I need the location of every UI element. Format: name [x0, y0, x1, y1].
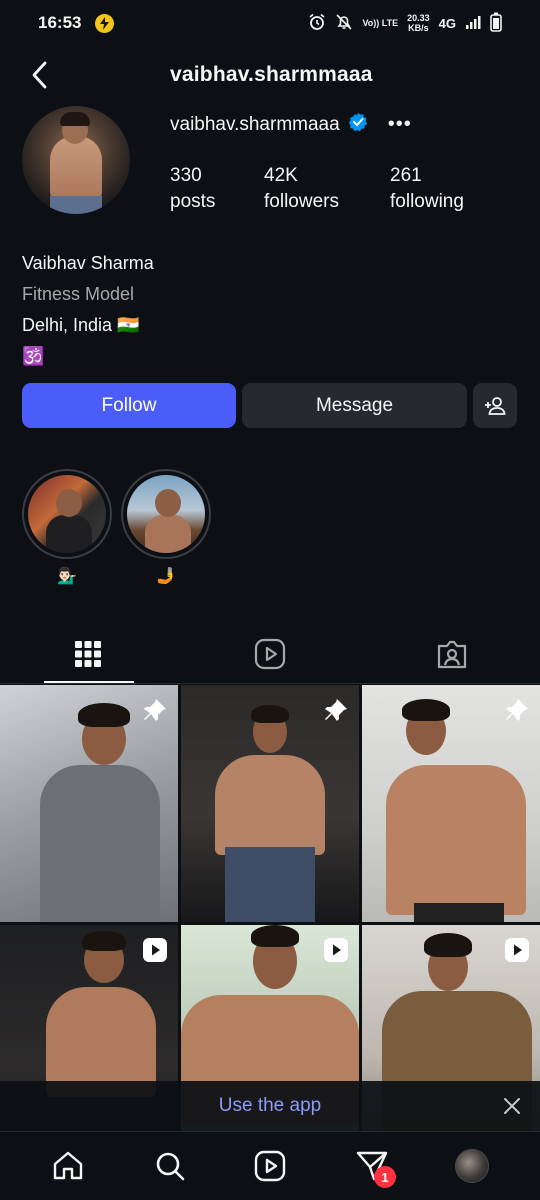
post-3-hair [402, 699, 450, 721]
post-2-jeans [225, 847, 315, 922]
add-user-icon [485, 396, 506, 415]
header-title: vaibhav.sharmmaaa [170, 63, 373, 86]
profile-avatar[interactable] [22, 106, 130, 214]
reel-icon [323, 937, 349, 968]
battery-icon [490, 12, 502, 35]
profile-tabs [0, 628, 540, 684]
volte-indicator: Vo)) LTE [362, 18, 399, 28]
post-2-body [215, 755, 325, 855]
notification-count-badge: 1 [374, 1166, 396, 1188]
reel-icon [504, 937, 530, 968]
network-type: 4G [438, 15, 456, 31]
reel-icon [142, 937, 168, 968]
profile-bio-emoji: 🕉️ [22, 346, 45, 366]
profile-username: vaibhav.sharmmaaa [170, 113, 340, 135]
pinned-icon [323, 697, 349, 728]
highlight-2-figure-head [155, 489, 181, 517]
nav-direct-messages[interactable]: 1 [352, 1146, 396, 1188]
network-speed-unit: KB/s [408, 23, 429, 33]
stat-following-value: 261 [390, 165, 422, 186]
nav-profile[interactable] [452, 1146, 492, 1186]
tagged-person-icon [437, 640, 467, 669]
pinned-icon [504, 697, 530, 728]
tab-tagged[interactable] [432, 634, 472, 674]
stat-following[interactable]: 261 following [390, 163, 464, 215]
post-5-hair [251, 925, 299, 947]
reels-icon [254, 1150, 286, 1182]
post-3-body [386, 765, 526, 915]
highlight-1-figure-head [56, 489, 82, 517]
post-3-shorts [414, 903, 504, 922]
highlight-1-figure-body [46, 515, 92, 553]
message-button[interactable]: Message [242, 383, 467, 428]
status-time: 16:53 [38, 13, 82, 32]
stat-posts-value: 330 [170, 165, 202, 186]
profile-bio: Vaibhav Sharma Fitness Model Delhi, Indi… [22, 248, 154, 372]
highlight-2-label: 🤳 [156, 568, 176, 585]
mute-bell-icon [335, 13, 353, 34]
story-highlight-2[interactable] [121, 469, 211, 559]
profile-header: vaibhav.sharmmaaa [0, 52, 540, 98]
nav-home[interactable] [48, 1146, 88, 1186]
reels-icon [254, 638, 286, 670]
network-speed: 20.33 KB/s [407, 13, 430, 33]
story-highlight-1[interactable] [22, 469, 112, 559]
use-the-app-link[interactable]: Use the app [219, 1095, 321, 1117]
post-1-hair [78, 703, 130, 727]
nav-search[interactable] [150, 1146, 190, 1186]
suggest-users-button[interactable] [473, 383, 517, 428]
more-options-icon[interactable]: ••• [388, 113, 412, 136]
active-tab-indicator [44, 681, 134, 683]
follow-button[interactable]: Follow [22, 383, 236, 428]
stat-posts-label: posts [170, 191, 216, 212]
post-4-hair [82, 931, 126, 951]
stat-following-label: following [390, 191, 464, 212]
profile-full-name: Vaibhav Sharma [22, 253, 154, 273]
profile-category: Fitness Model [22, 284, 135, 304]
avatar-torso [50, 136, 102, 202]
stat-followers-label: followers [264, 191, 339, 212]
pinned-icon [142, 697, 168, 728]
profile-avatar-icon [455, 1149, 489, 1183]
tab-reels[interactable] [250, 634, 290, 674]
grid-icon [75, 641, 101, 667]
highlight-2-figure-body [145, 515, 191, 553]
back-button[interactable] [26, 60, 56, 90]
post-1-body [40, 765, 160, 922]
back-arrow-icon [32, 61, 47, 89]
post-thumbnail-2[interactable] [181, 685, 359, 922]
tab-posts-grid[interactable] [68, 634, 108, 674]
alarm-icon [308, 13, 326, 34]
avatar-hair [60, 112, 90, 126]
stat-followers[interactable]: 42K followers [264, 163, 339, 215]
nav-reels[interactable] [250, 1146, 290, 1186]
stat-followers-value: 42K [264, 165, 298, 186]
bottom-navigation: 1 [0, 1131, 540, 1200]
post-thumbnail-3[interactable] [362, 685, 540, 922]
network-speed-value: 20.33 [407, 13, 430, 23]
flash-app-icon [95, 13, 115, 33]
search-icon [156, 1152, 185, 1181]
use-app-banner: Use the app [0, 1081, 540, 1131]
post-6-hair [424, 933, 472, 957]
signal-icon [465, 14, 481, 33]
stat-posts[interactable]: 330 posts [170, 163, 215, 215]
post-thumbnail-1[interactable] [0, 685, 178, 922]
highlight-1-image [28, 475, 106, 553]
highlight-1-label: 💁🏻‍♂️ [57, 568, 77, 585]
close-icon [504, 1098, 520, 1114]
post-2-hair [251, 705, 289, 723]
profile-location: Delhi, India 🇮🇳 [22, 315, 140, 335]
banner-close-button[interactable] [500, 1094, 524, 1118]
status-bar: 16:53 Vo)) LTE 20.33 KB/s 4G [0, 0, 540, 46]
avatar-jeans [50, 196, 102, 214]
highlight-2-image [127, 475, 205, 553]
verified-badge-icon [348, 112, 368, 137]
home-icon [53, 1151, 83, 1180]
username-row: vaibhav.sharmmaaa ••• [170, 112, 412, 137]
